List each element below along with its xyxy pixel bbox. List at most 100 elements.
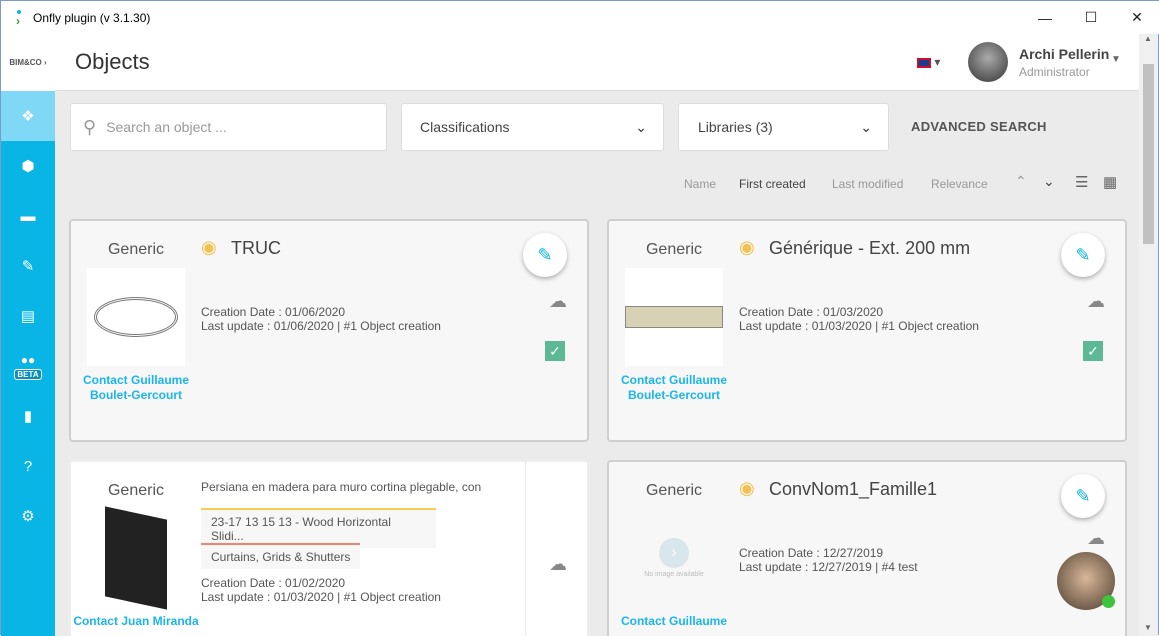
pencil-icon: ✎ [1075,244,1091,265]
close-button[interactable]: ✕ [1114,1,1159,34]
sort-name[interactable]: Name [684,177,716,191]
contact-link[interactable]: Contact Guillaume Boulet-Gercourt [609,373,739,403]
folder-icon: ▬ [20,207,36,225]
checklist-icon[interactable]: ✓ [545,341,565,361]
last-update: Last update : 01/03/2020 | #1 Object cre… [201,590,441,604]
gear-icon: ⚙ [21,508,35,525]
creation-date: Creation Date : 12/27/2019 [739,546,884,560]
beta-badge: BETA [14,368,42,380]
object-title[interactable]: ConvNom1_Famille1 [769,479,937,500]
sidebar-item-settings[interactable]: ⚙ [1,491,55,541]
sort-relevance[interactable]: Relevance [931,177,988,191]
chat-icon: ▤ [20,308,36,325]
sidebar-item-messages[interactable]: ▤ [1,291,55,341]
contact-link[interactable]: Contact Guillaume [609,614,739,629]
last-update: Last update : 01/03/2020 | #1 Object cre… [739,319,979,333]
sort-asc-icon[interactable]: ⌃ [1015,173,1027,190]
sidebar-item-edit[interactable]: ✎ [1,241,55,291]
cloud-download-icon[interactable]: ☁ [549,291,567,312]
no-image-icon: › [659,538,689,568]
pencil-icon: ✎ [1075,485,1091,506]
cube-icon: ⬢ [21,158,35,175]
chevron-down-icon: ⌄ [860,118,872,135]
chat-agent-avatar[interactable] [1057,552,1115,610]
object-thumbnail: › No image available [625,509,723,607]
object-type: Generic [107,241,165,258]
window-title: Onfly plugin (v 3.1.30) [33,10,151,25]
edit-button[interactable]: ✎ [1061,474,1105,518]
no-image-label: No image available [644,571,704,578]
checklist-icon[interactable]: ✓ [1083,341,1103,361]
uk-flag-icon [917,57,931,68]
onfly-logo-icon: › [15,9,25,27]
sidebar-item-folders[interactable]: ▬ [1,191,55,241]
search-icon: ⚲ [83,116,97,137]
object-thumbnail [625,268,723,366]
help-icon: ? [23,457,33,475]
last-update: Last update : 01/06/2020 | #1 Object cre… [201,319,441,333]
sidebar-item-groups[interactable]: ●● BETA [1,341,55,391]
eye-off-icon: ◉ [739,237,755,257]
object-card[interactable]: Generic Contact Guillaume Boulet-Gercour… [607,219,1127,442]
creation-date: Creation Date : 01/06/2020 [201,305,346,319]
book-icon: ▮ [23,408,33,425]
classifications-dropdown[interactable]: Classifications ⌄ [401,103,664,151]
list-view-icon[interactable]: ☰ [1075,173,1088,191]
sidebar: BIM&CO › ❖ ⬢ ▬ ✎ ▤ ●● BETA ▮ ? ⚙ [1,34,55,636]
sidebar-item-objects[interactable]: ❖ [1,91,55,141]
sidebar-item-book[interactable]: ▮ [1,391,55,441]
language-selector[interactable]: ▾ [917,55,940,69]
object-thumbnail [87,268,185,366]
classification-tag: 23-17 13 15 13 - Wood Horizontal Slidi..… [201,508,436,548]
creation-date: Creation Date : 01/03/2020 [739,305,884,319]
contact-link[interactable]: Contact Guillaume Boulet-Gercourt [71,373,201,403]
object-card[interactable]: Generic Contact Guillaume Boulet-Gercour… [69,219,589,442]
sort-desc-icon[interactable]: ⌄ [1043,173,1055,190]
object-description: Persiana en madera para muro cortina ple… [201,480,482,494]
category-tag: Curtains, Grids & Shutters [201,543,361,569]
search-placeholder: Search an object ... [106,119,227,135]
edit-button[interactable]: ✎ [523,233,567,277]
object-title[interactable]: Générique - Ext. 200 mm [769,238,970,259]
scrollbar[interactable]: ▲ ▼ [1139,34,1158,636]
sidebar-item-help[interactable]: ? [1,441,55,491]
object-type: Generic [645,482,703,499]
sidebar-item-object[interactable]: ⬢ [1,141,55,191]
pencil-icon: ✎ [537,244,553,265]
advanced-search-button[interactable]: ADVANCED SEARCH [911,119,1047,134]
object-type: Generic [107,482,165,499]
people-icon: ●● [20,352,36,367]
libraries-label: Libraries (3) [698,119,773,135]
title-bar: › Onfly plugin (v 3.1.30) — ☐ ✕ [1,1,1159,34]
edit-button[interactable]: ✎ [1061,233,1105,277]
object-card[interactable]: Generic › No image available Contact Guil… [607,460,1127,636]
grid-view-icon[interactable]: ▦ [1103,173,1117,191]
search-input[interactable]: ⚲ Search an object ... [70,103,387,151]
object-title[interactable]: TRUC [231,238,281,259]
bimandco-logo[interactable]: BIM&CO › [1,34,55,91]
cloud-download-icon[interactable]: ☁ [1087,291,1105,312]
cubes-icon: ❖ [21,108,35,125]
maximize-button[interactable]: ☐ [1068,1,1114,34]
eye-off-icon: ◉ [201,237,217,257]
contact-link[interactable]: Contact Juan Miranda [71,614,201,629]
classifications-label: Classifications [420,119,510,135]
cloud-download-icon[interactable]: ☁ [549,554,567,575]
eye-off-icon: ◉ [739,478,755,498]
object-card[interactable]: Generic Contact Juan Miranda Persiana en… [69,460,589,636]
libraries-dropdown[interactable]: Libraries (3) ⌄ [678,103,889,151]
edit-icon: ✎ [21,258,35,275]
user-name[interactable]: Archi Pellerin [1019,46,1109,62]
object-type: Generic [645,241,703,258]
chevron-down-icon: ⌄ [635,118,647,135]
avatar[interactable] [968,42,1008,82]
sort-last-modified[interactable]: Last modified [832,177,903,191]
page-title: Objects [75,49,150,74]
sort-first-created[interactable]: First created [739,177,806,191]
user-role: Administrator [1019,65,1090,79]
cloud-download-icon[interactable]: ☁ [1087,528,1105,549]
user-menu-chevron-icon[interactable]: ▼ [1111,54,1121,65]
minimize-button[interactable]: — [1022,1,1068,34]
last-update: Last update : 12/27/2019 | #4 test [739,560,918,574]
object-thumbnail [87,506,185,610]
